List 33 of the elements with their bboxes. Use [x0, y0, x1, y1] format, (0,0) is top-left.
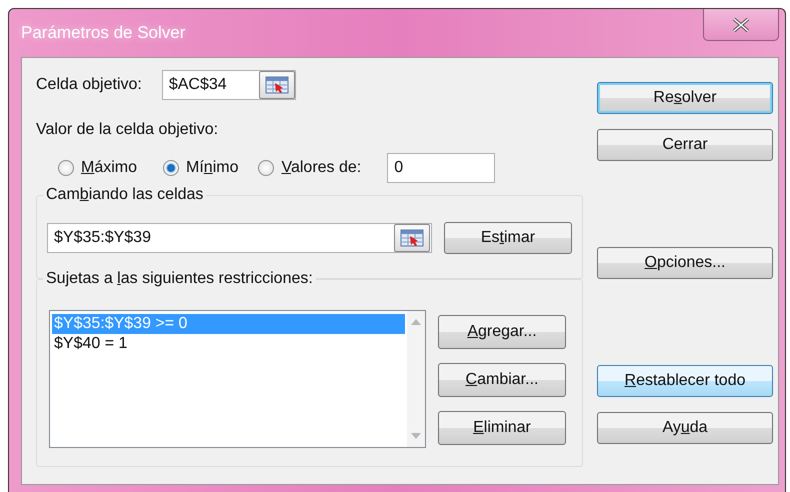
cell-range-icon [264, 76, 289, 94]
estimate-button[interactable]: Estimar [444, 222, 572, 254]
input-field[interactable]: $Y$35:$Y$39 [47, 223, 432, 253]
field-label: Celda objetivo: [36, 76, 142, 94]
range-picker-button[interactable] [394, 224, 430, 252]
group-label: Cambiando las celdas [43, 186, 206, 204]
scroll-up-icon[interactable] [411, 319, 421, 325]
cell-range-icon [400, 229, 424, 247]
input-field[interactable]: 0 [387, 153, 496, 183]
input-field[interactable]: $AC$34 [162, 70, 296, 100]
radio-option[interactable]: Máximo [58, 159, 138, 177]
radio-button[interactable] [58, 160, 74, 176]
scrollbar[interactable] [407, 311, 425, 447]
dialog-button[interactable]: Cerrar [597, 129, 773, 161]
radio-button[interactable] [258, 160, 274, 176]
dialog-button[interactable]: Ayuda [597, 412, 773, 444]
scroll-down-icon[interactable] [411, 433, 421, 439]
list-item[interactable]: $Y$40 = 1 [52, 334, 405, 354]
dialog-button[interactable]: Resolver [597, 82, 773, 114]
section-label: Valor de la celda objetivo: [36, 121, 220, 139]
radio-option[interactable]: Mínimo [163, 159, 238, 177]
constraint-button[interactable]: Cambiar... [438, 363, 566, 397]
dialog-button[interactable]: Restablecer todo [597, 365, 773, 397]
range-picker-button[interactable] [258, 71, 295, 99]
close-button[interactable] [703, 9, 779, 41]
close-icon [732, 18, 750, 32]
group-label: Sujetas a las siguientes restricciones: [43, 270, 316, 288]
dialog-button[interactable]: Opciones... [597, 247, 773, 279]
constraint-button[interactable]: Agregar... [438, 315, 566, 349]
window-title: Parámetros de Solver [21, 23, 186, 43]
radio-option[interactable]: Valores de: [258, 159, 362, 177]
constraint-button[interactable]: Eliminar [438, 411, 566, 445]
radio-button[interactable] [163, 160, 180, 176]
